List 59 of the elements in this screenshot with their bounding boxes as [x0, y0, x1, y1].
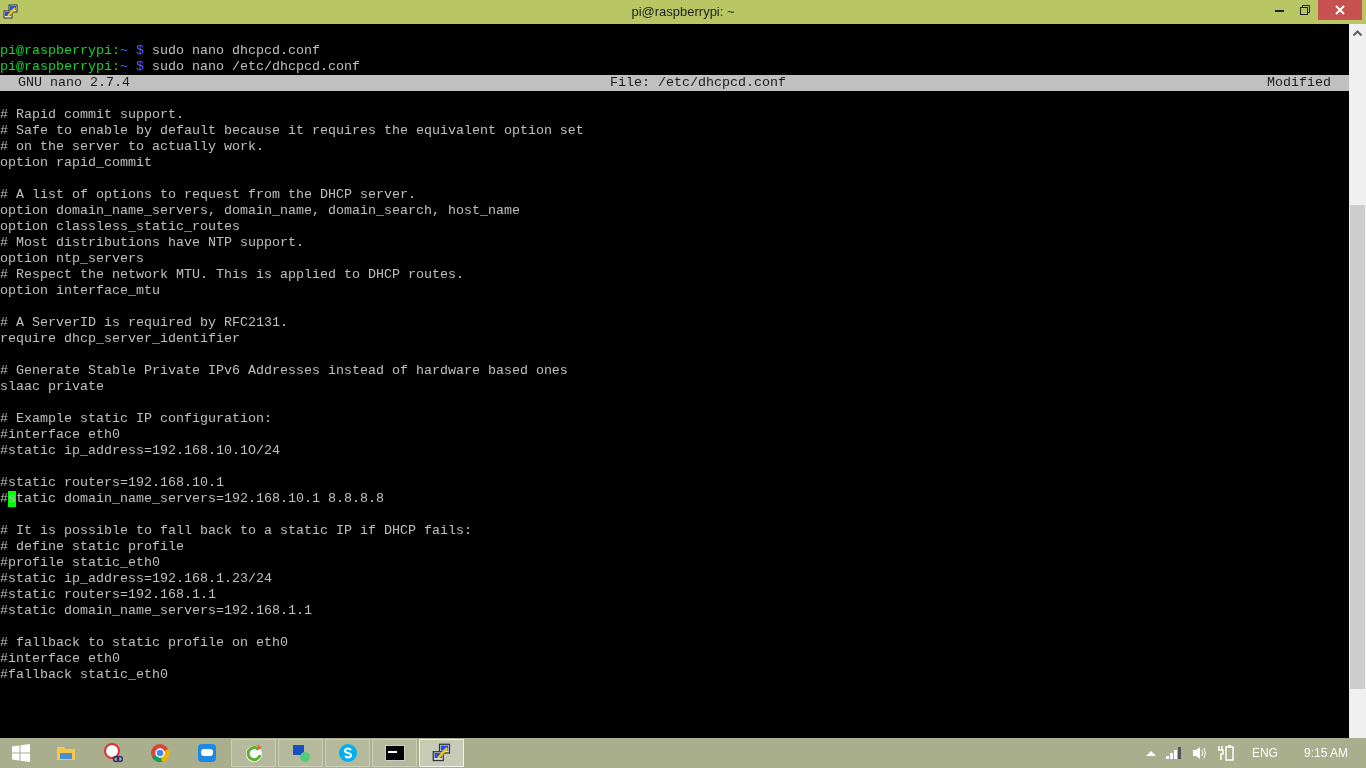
- config-line: #static ip_address=192.168.10.1O/24: [0, 443, 280, 458]
- language-indicator[interactable]: ENG: [1251, 744, 1278, 762]
- config-line: # A ServerID is required by RFC2131.: [0, 315, 288, 330]
- scroll-up-icon[interactable]: [1353, 30, 1362, 36]
- config-line: # Generate Stable Private IPv6 Addresses instead of hardware based ones: [0, 363, 568, 378]
- terminal-app-icon: [431, 743, 452, 763]
- config-line: slaac private: [0, 379, 104, 394]
- config-line: #profile static_eth0: [0, 555, 160, 570]
- config-line: #static ip_address=192.168.1.23/24: [0, 571, 272, 586]
- config-line: #interface eth0: [0, 651, 120, 666]
- chat-app-icon: [196, 743, 217, 763]
- remote-desktop-icon: [290, 743, 311, 763]
- command-prompt-icon: [384, 745, 405, 761]
- shell-prompt-line: pi@raspberrypi:~ $ sudo nano /etc/dhcpcd.conf: [0, 59, 360, 74]
- ring-logo-icon: [243, 743, 264, 763]
- config-line: option interface_mtu: [0, 283, 160, 298]
- skype-icon: [337, 743, 358, 763]
- config-line: # Safe to enable by default because it requires the equivalent option set: [0, 123, 584, 138]
- config-line: # on the server to actually work.: [0, 139, 264, 154]
- config-line: option ntp_servers: [0, 251, 144, 266]
- config-line: # A list of options to request from the DHCP server.: [0, 187, 416, 202]
- config-line: # Most distributions have NTP support.: [0, 235, 304, 250]
- config-line: # Respect the network MTU. This is applied to DHCP routes.: [0, 267, 464, 282]
- folder-icon: [55, 744, 76, 762]
- minimize-icon: [1274, 8, 1284, 12]
- restore-icon: [1300, 5, 1310, 15]
- windows-logo-icon: [12, 744, 30, 762]
- clock[interactable]: 9:15 AM: [1303, 744, 1348, 762]
- scrollbar[interactable]: [1349, 24, 1366, 738]
- battery-icon[interactable]: [1217, 745, 1234, 761]
- config-line: # Rapid commit support.: [0, 107, 184, 122]
- terminal-app-icon[interactable]: [3, 4, 19, 20]
- config-line: # fallback to static profile on eth0: [0, 635, 288, 650]
- config-line: # Example static IP configuration:: [0, 411, 272, 426]
- config-line: option classless_static_routes: [0, 219, 240, 234]
- config-line: #static routers=192.168.10.1: [0, 475, 224, 490]
- config-line: require dhcp_server_identifier: [0, 331, 240, 346]
- close-button[interactable]: [1318, 0, 1362, 20]
- editor-version: GNU nano 2.7.4: [18, 75, 130, 91]
- config-line: #fallback static_eth0: [0, 667, 168, 682]
- signal-icon[interactable]: [1165, 747, 1182, 759]
- config-line: # It is possible to fall back to a static IP if DHCP fails:: [0, 523, 472, 538]
- config-line: #static routers=192.168.1.1: [0, 587, 216, 602]
- close-icon: [1335, 5, 1345, 15]
- config-line: #static domain_name_servers=192.168.1.1: [0, 603, 312, 618]
- browser-icon: [149, 743, 170, 763]
- taskbar-app-button[interactable]: [419, 739, 464, 767]
- tray-expand-icon[interactable]: [1145, 750, 1156, 756]
- config-line: #interface eth0: [0, 427, 120, 442]
- file-name: File: /etc/dhcpcd.conf: [610, 75, 786, 91]
- speaker-icon[interactable]: [1191, 746, 1208, 760]
- window-title: pi@raspberrypi: ~: [631, 3, 735, 22]
- modified-status: Modified: [1267, 75, 1331, 91]
- config-line: option rapid_commit: [0, 155, 152, 170]
- shell-prompt-line: pi@raspberrypi:~ $ sudo nano dhcpcd.conf: [0, 43, 320, 58]
- scrollbar-thumb[interactable]: [1350, 205, 1365, 689]
- taskbar-app-button[interactable]: [372, 739, 417, 767]
- config-line: option domain_name_servers, domain_name, domain_search, host_name: [0, 203, 520, 218]
- config-line: # define static profile: [0, 539, 184, 554]
